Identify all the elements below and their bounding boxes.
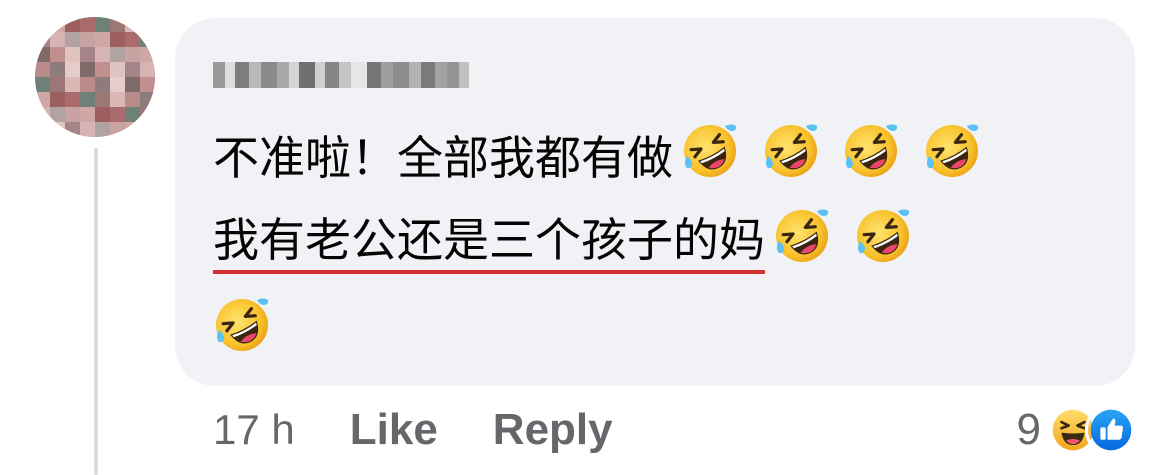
avatar[interactable]: [35, 17, 155, 137]
rolling-on-floor-laughing-icon: [681, 122, 739, 180]
comment-text-line-2: 我有老公还是三个孩子的妈: [213, 207, 912, 279]
rolling-on-floor-laughing-icon: [842, 122, 900, 180]
reaction-summary[interactable]: 9: [1017, 404, 1137, 456]
rolling-on-floor-laughing-icon: [213, 296, 271, 354]
comment-actions: 17 h Like Reply: [213, 405, 613, 455]
emoji-group-2: [765, 207, 912, 279]
rolling-on-floor-laughing-icon: [762, 122, 820, 180]
timestamp-link[interactable]: 17 h: [213, 406, 295, 454]
rolling-on-floor-laughing-icon: [773, 207, 831, 265]
like-reaction-icon: [1085, 404, 1137, 456]
like-button[interactable]: Like: [350, 405, 438, 455]
comment-text-underlined: 我有老公还是三个孩子的妈: [213, 212, 765, 274]
thread-line: [94, 148, 98, 475]
rolling-on-floor-laughing-icon: [923, 122, 981, 180]
reaction-count[interactable]: 9: [1017, 405, 1041, 455]
comment-text: 不准啦！全部我都有做: [213, 131, 673, 185]
reply-button[interactable]: Reply: [493, 405, 613, 455]
emoji-group-3: [205, 296, 271, 368]
author-name-blurred[interactable]: [213, 55, 469, 95]
comment-text-line-1: 不准啦！全部我都有做: [213, 122, 981, 194]
emoji-group-1: [673, 122, 981, 194]
rolling-on-floor-laughing-icon: [854, 207, 912, 265]
comment-thread: 不准啦！全部我都有做 我有老公还是三个孩子的妈 17 h Like Reply …: [0, 0, 1170, 475]
comment-text-line-3: [205, 296, 271, 368]
